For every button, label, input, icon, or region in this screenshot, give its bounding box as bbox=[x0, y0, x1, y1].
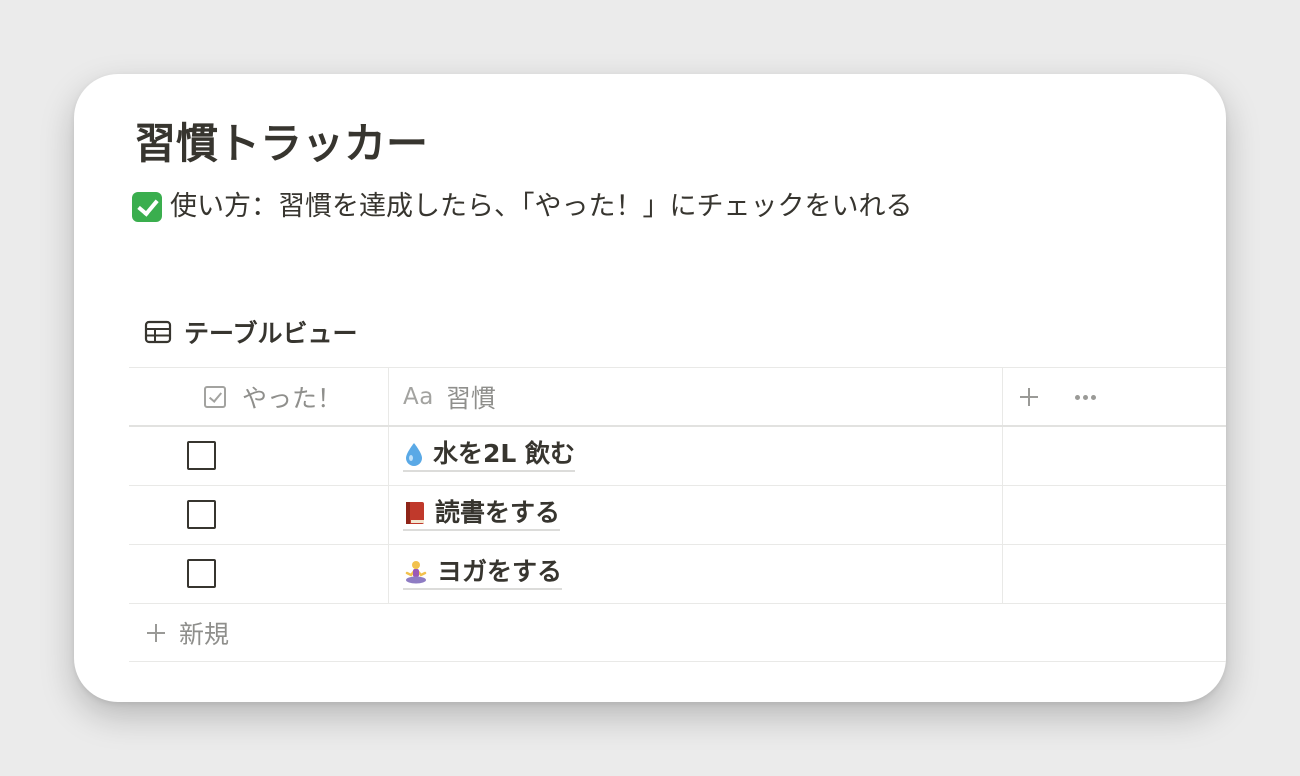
row-checkbox[interactable] bbox=[187, 559, 216, 588]
new-row-label: 新規 bbox=[179, 619, 230, 649]
row-title-text: ヨガをする bbox=[437, 557, 563, 586]
new-row-button[interactable]: 新規 bbox=[129, 604, 1226, 662]
page-description[interactable]: 使い方：習慣を達成したら、「やった！」にチェックをいれる bbox=[132, 188, 913, 226]
add-column-button[interactable] bbox=[1018, 368, 1040, 426]
row-checkbox[interactable] bbox=[187, 441, 216, 470]
description-text: 使い方：習慣を達成したら、「やった！」にチェックをいれる bbox=[170, 191, 913, 222]
page-card: 習慣トラッカー 使い方：習慣を達成したら、「やった！」にチェックをいれる テーブ… bbox=[74, 74, 1226, 702]
row-title-link[interactable]: 水を2L 飲む bbox=[403, 439, 576, 472]
view-tab-label: テーブルビュー bbox=[184, 319, 358, 348]
text-type-icon: Aa bbox=[403, 384, 434, 410]
view-tab-table[interactable]: テーブルビュー bbox=[144, 314, 358, 350]
column-header-habit[interactable]: Aa 習慣 bbox=[403, 368, 496, 426]
column-header-done[interactable]: やった！ bbox=[204, 368, 342, 426]
more-dots-icon bbox=[1075, 394, 1080, 400]
row-title-text: 水を2L 飲む bbox=[433, 439, 576, 468]
yoga-person-icon bbox=[403, 559, 429, 585]
row-title-link[interactable]: 読書をする bbox=[403, 498, 561, 531]
page-title[interactable]: 習慣トラッカー bbox=[134, 116, 428, 172]
droplet-icon bbox=[403, 441, 425, 467]
column-header-label: 習慣 bbox=[445, 384, 496, 413]
more-options-button[interactable] bbox=[1075, 368, 1096, 426]
table-header: やった！ Aa 習慣 bbox=[129, 367, 1226, 427]
table-row: 水を2L 飲む bbox=[129, 427, 1226, 486]
plus-icon bbox=[147, 623, 165, 642]
column-header-label: やった！ bbox=[242, 384, 343, 413]
book-icon bbox=[403, 500, 427, 526]
check-mark-icon bbox=[132, 192, 162, 222]
database-table: やった！ Aa 習慣 水を2L 飲む 読書をする ヨガをする 新規 bbox=[129, 367, 1226, 662]
checkbox-type-icon bbox=[204, 386, 226, 408]
table-row: 読書をする bbox=[129, 486, 1226, 545]
row-checkbox[interactable] bbox=[187, 500, 216, 529]
table-icon bbox=[144, 320, 172, 344]
row-title-link[interactable]: ヨガをする bbox=[403, 557, 563, 590]
row-title-text: 読書をする bbox=[435, 498, 561, 527]
table-row: ヨガをする bbox=[129, 545, 1226, 604]
plus-icon bbox=[1020, 388, 1038, 406]
